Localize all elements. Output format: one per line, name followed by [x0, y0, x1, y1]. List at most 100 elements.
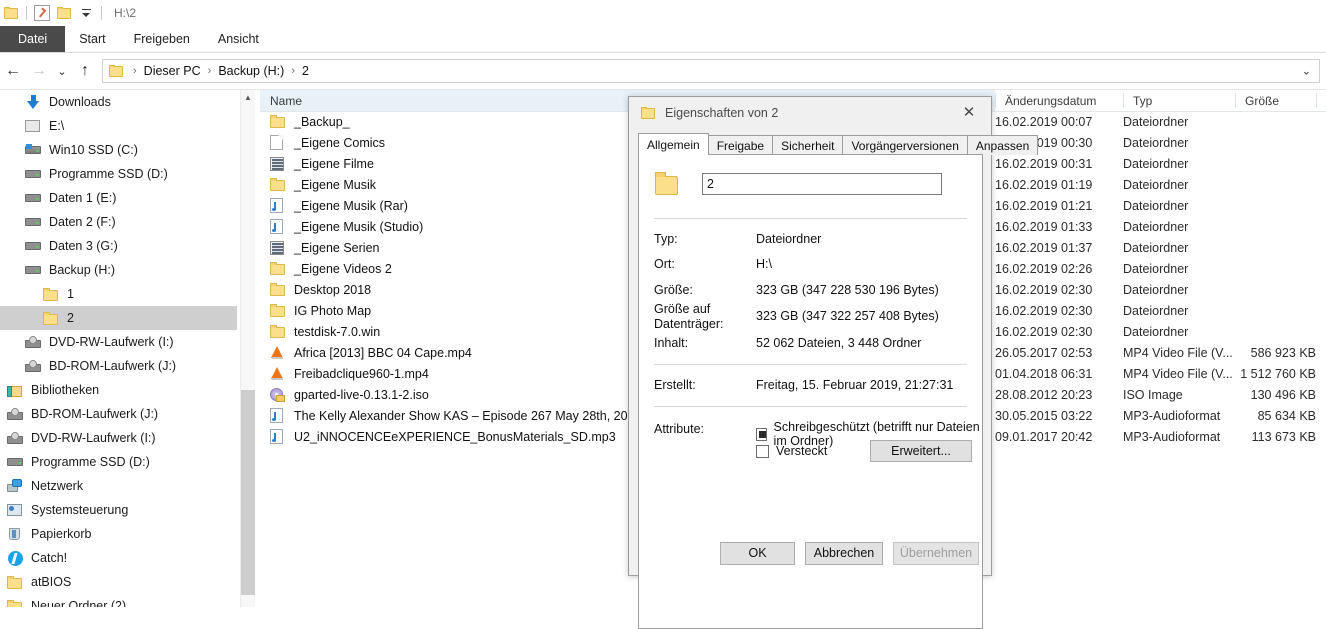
cell-type: Dateiordner: [1123, 219, 1189, 234]
folder-name-input[interactable]: [702, 173, 942, 195]
sidebar-item-neuer-ordner-2[interactable]: Neuer Ordner (2): [0, 594, 237, 607]
value-typ: Dateiordner: [756, 232, 822, 246]
sidebar-scrollbar[interactable]: ▲: [240, 90, 255, 607]
file-name-label: _Eigene Musik (Rar): [294, 198, 408, 213]
sidebar-item-systemsteuerung[interactable]: Systemsteuerung: [0, 498, 237, 522]
address-bar: ← → ⌄ ↑ › Dieser PC › Backup (H:) › 2 ⌄: [0, 53, 1326, 89]
checkbox-hidden[interactable]: Versteckt: [756, 444, 827, 458]
sidebar-item-label: Systemsteuerung: [31, 503, 129, 517]
sidebar-item-backup-h[interactable]: Backup (H:): [0, 258, 237, 282]
column-header-date[interactable]: Änderungsdatum: [995, 90, 1123, 111]
folder-icon: [270, 304, 288, 317]
sidebar-item-programme-ssd-d[interactable]: Programme SSD (D:): [0, 162, 237, 186]
scroll-up-icon[interactable]: ▲: [241, 90, 255, 105]
advanced-button[interactable]: Erweitert...: [870, 440, 972, 462]
sidebar-item-downloads[interactable]: Downloads: [0, 90, 237, 114]
catch-icon: [6, 550, 24, 566]
sidebar-item-catch[interactable]: Catch!: [0, 546, 237, 570]
dialog-tab-anpassen[interactable]: Anpassen: [966, 135, 1039, 155]
dialog-tab-freigabe[interactable]: Freigabe: [707, 135, 774, 155]
recent-locations-button[interactable]: ⌄: [52, 58, 72, 84]
tab-datei[interactable]: Datei: [0, 26, 66, 52]
column-header-size[interactable]: Größe: [1235, 90, 1316, 111]
sidebar-item-dvd-rw-laufwerk-i[interactable]: DVD-RW-Laufwerk (I:): [0, 330, 237, 354]
properties-icon[interactable]: [31, 2, 53, 24]
column-divider-1[interactable]: [995, 93, 996, 108]
checkbox-readonly-box[interactable]: [756, 427, 767, 441]
sidebar-item-bd-rom-laufwerk-j[interactable]: BD-ROM-Laufwerk (J:): [0, 354, 237, 378]
tab-start[interactable]: Start: [65, 26, 119, 52]
sidebar-item-bibliotheken[interactable]: Bibliotheken: [0, 378, 237, 402]
breadcrumb-item-2[interactable]: 2: [302, 64, 309, 78]
sidebar-item-daten-3-g[interactable]: Daten 3 (G:): [0, 234, 237, 258]
sidebar-item-label: Backup (H:): [49, 263, 115, 277]
forward-button[interactable]: →: [26, 58, 52, 84]
value-inhalt: 52 062 Dateien, 3 448 Ordner: [756, 336, 922, 350]
column-divider-4[interactable]: [1316, 93, 1317, 108]
divider-3: [654, 406, 967, 407]
sidebar-scrollbar-thumb[interactable]: [241, 390, 255, 595]
up-button[interactable]: ↑: [72, 58, 98, 84]
new-folder-icon[interactable]: [53, 2, 75, 24]
sidebar-item-daten-1-e[interactable]: Daten 1 (E:): [0, 186, 237, 210]
cell-name: _Eigene Comics: [270, 135, 385, 150]
folder-icon: [42, 310, 60, 326]
film-icon: [270, 156, 288, 171]
file-name-label: Africa [2013] BBC 04 Cape.mp4: [294, 345, 472, 360]
folder-icon: [270, 262, 288, 275]
cell-type: Dateiordner: [1123, 198, 1189, 213]
dialog-tab-sicherheit[interactable]: Sicherheit: [772, 135, 844, 155]
sidebar-item-label: Neuer Ordner (2): [31, 599, 127, 607]
file-name-label: testdisk-7.0.win: [294, 324, 381, 339]
sidebar-item-netzwerk[interactable]: Netzwerk: [0, 474, 237, 498]
sidebar-item-label: Daten 1 (E:): [49, 191, 117, 205]
value-groesse-auf-datentraeger: 323 GB (347 322 257 408 Bytes): [756, 309, 939, 323]
dialog-title: Eigenschaften von 2: [665, 106, 779, 120]
cell-date: 16.02.2019 02:30: [995, 324, 1093, 339]
breadcrumb[interactable]: › Dieser PC › Backup (H:) › 2 ⌄: [102, 59, 1320, 83]
sidebar-item-win10-ssd-c[interactable]: Win10 SSD (C:): [0, 138, 237, 162]
sidebar-item-e[interactable]: E:\: [0, 114, 237, 138]
breadcrumb-separator-2: ›: [291, 65, 295, 77]
sidebar-item-programme-ssd-d[interactable]: Programme SSD (D:): [0, 450, 237, 474]
cancel-button[interactable]: Abbrechen: [805, 541, 883, 565]
folder-icon: [42, 286, 60, 302]
dialog-tab-strip: Allgemein Freigabe Sicherheit Vorgängerv…: [638, 133, 1039, 155]
dialog-tab-allgemein[interactable]: Allgemein: [638, 133, 709, 155]
breadcrumb-item-dieser-pc[interactable]: Dieser PC: [144, 64, 201, 78]
folder-icon: [270, 325, 288, 338]
sidebar-item-1[interactable]: 1: [0, 282, 237, 306]
cell-size: 85 634 KB: [1257, 408, 1316, 423]
sidebar-item-papierkorb[interactable]: Papierkorb: [0, 522, 237, 546]
cell-name: Africa [2013] BBC 04 Cape.mp4: [270, 345, 472, 360]
breadcrumb-separator-0: ›: [133, 65, 137, 77]
sidebar-item-atbios[interactable]: atBIOS: [0, 570, 237, 594]
dialog-tab-vorgaengerversionen[interactable]: Vorgängerversionen: [842, 135, 968, 155]
close-icon[interactable]: ✕: [947, 97, 991, 127]
column-divider-3[interactable]: [1235, 93, 1236, 108]
cell-name: _Backup_: [270, 115, 350, 129]
toolbar-divider-2: [101, 6, 102, 20]
sidebar-item-label: Programme SSD (D:): [49, 167, 168, 181]
sidebar-item-2[interactable]: 2: [0, 306, 237, 330]
sidebar-item-dvd-rw-laufwerk-i[interactable]: DVD-RW-Laufwerk (I:): [0, 426, 237, 450]
chevron-down-icon[interactable]: ⌄: [1302, 65, 1311, 78]
back-button[interactable]: ←: [0, 58, 26, 84]
file-name-label: IG Photo Map: [294, 303, 372, 318]
tab-freigeben[interactable]: Freigeben: [120, 26, 204, 52]
folder-icon: [270, 178, 288, 191]
tab-ansicht[interactable]: Ansicht: [204, 26, 273, 52]
breadcrumb-item-backup-h[interactable]: Backup (H:): [218, 64, 284, 78]
sidebar-item-bd-rom-laufwerk-j[interactable]: BD-ROM-Laufwerk (J:): [0, 402, 237, 426]
value-erstellt: Freitag, 15. Februar 2019, 21:27:31: [756, 378, 954, 392]
checkbox-hidden-box[interactable]: [756, 444, 769, 458]
ok-button[interactable]: OK: [720, 541, 795, 565]
column-divider-2[interactable]: [1123, 93, 1124, 108]
customize-quick-access-icon[interactable]: [75, 2, 97, 24]
cell-name: Desktop 2018: [270, 283, 371, 297]
cell-name: The Kelly Alexander Show KAS – Episode 2…: [270, 408, 655, 423]
cell-date: 16.02.2019 01:37: [995, 240, 1093, 255]
label-groesse: Größe:: [654, 283, 693, 297]
sidebar-item-daten-2-f[interactable]: Daten 2 (F:): [0, 210, 237, 234]
column-header-type[interactable]: Typ: [1123, 90, 1235, 111]
